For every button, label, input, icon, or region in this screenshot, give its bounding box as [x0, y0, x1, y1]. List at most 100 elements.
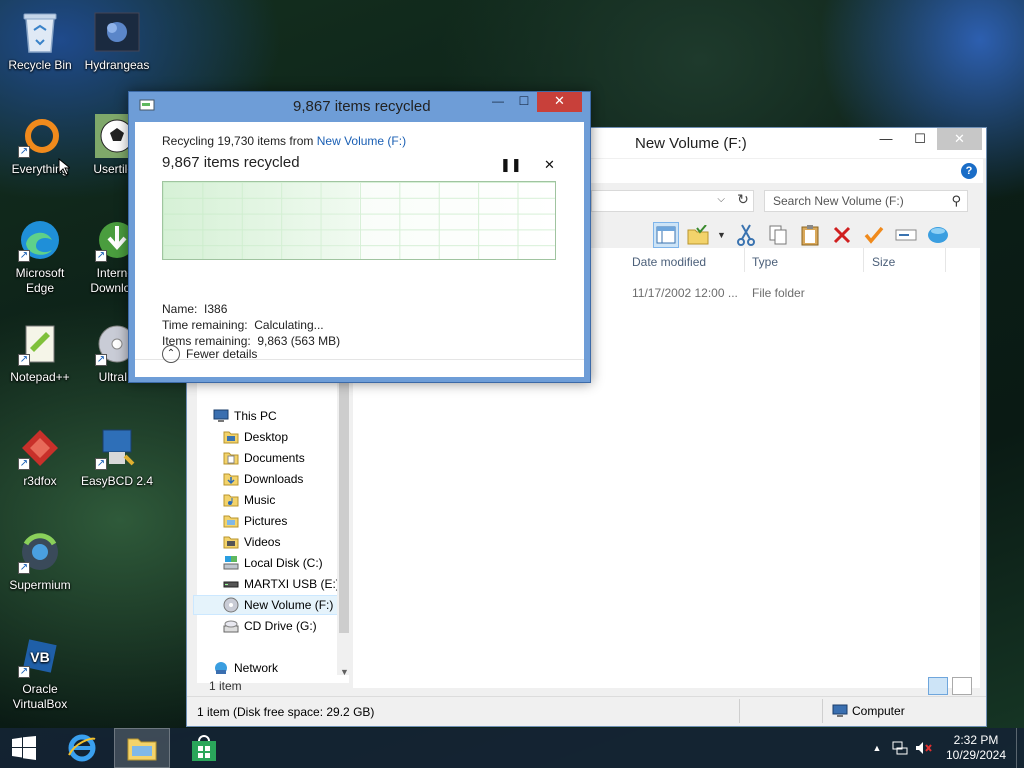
column-header-date-modified[interactable]: Date modified	[632, 255, 706, 269]
desktop-icon-everything[interactable]: ↗ Everything	[0, 108, 80, 200]
nav-item-label: Desktop	[244, 430, 289, 444]
nav-item-pictures[interactable]: Pictures	[223, 511, 287, 531]
nav-item-videos[interactable]: Videos	[223, 532, 280, 552]
shortcut-arrow-icon: ↗	[95, 250, 107, 262]
nav-item-local-disk-c[interactable]: Local Disk (C:)	[223, 553, 323, 573]
taskbar-internet-explorer[interactable]	[58, 728, 106, 768]
delete-x-icon	[833, 226, 851, 244]
desktop-icon-virtualbox[interactable]: VB ↗ Oracle VirtualBox	[0, 628, 80, 720]
nav-item-label: Videos	[244, 535, 281, 549]
clock[interactable]: 2:32 PM 10/29/2024	[936, 733, 1016, 763]
nav-item-music[interactable]: Music	[223, 490, 275, 510]
details-view-button[interactable]	[928, 677, 948, 695]
status-zone: Computer	[832, 704, 905, 718]
show-desktop-button[interactable]	[1016, 728, 1024, 768]
address-bar[interactable]: ⌵	[591, 190, 754, 212]
help-icon[interactable]: ?	[961, 163, 977, 179]
cell-date-modified: 11/17/2002 12:00 ...	[632, 286, 738, 300]
dialog-body: Recycling 19,730 items from New Volume (…	[135, 122, 584, 377]
column-header-size[interactable]: Size	[872, 255, 895, 269]
nav-item-this-pc[interactable]: This PC	[213, 406, 277, 426]
nav-item-network[interactable]: Network	[213, 658, 278, 678]
desktop-icon-notepad-plus-plus[interactable]: ↗ Notepad++	[0, 316, 80, 408]
nav-item-documents[interactable]: Documents	[223, 448, 305, 468]
name-value: I386	[204, 302, 228, 316]
search-icon[interactable]: ⚲	[951, 193, 961, 209]
network-icon	[213, 660, 229, 676]
network-status-icon[interactable]	[888, 741, 912, 755]
desktop-icon-recycle-bin[interactable]: Recycle Bin	[0, 4, 80, 96]
chevron-down-icon[interactable]: ▼	[717, 230, 727, 240]
chevron-up-icon: ⌃	[162, 345, 180, 363]
internet-explorer-icon	[68, 734, 96, 762]
network-button[interactable]	[925, 222, 951, 248]
rename-button[interactable]	[893, 222, 919, 248]
search-input[interactable]: Search New Volume (F:) ⚲	[764, 190, 968, 212]
scroll-down-arrow-icon[interactable]: ▼	[340, 667, 349, 677]
pause-button[interactable]: ❚❚	[500, 157, 522, 173]
time-remaining-value: Calculating...	[254, 318, 324, 332]
documents-folder-icon	[223, 450, 239, 466]
taskbar-store[interactable]	[180, 728, 228, 768]
recycling-summary: Recycling 19,730 items from New Volume (…	[162, 134, 406, 148]
navigation-scrollbar[interactable]: ▼	[337, 378, 351, 677]
status-zone-label: Computer	[852, 704, 905, 718]
desktop-icon-supermium[interactable]: ↗ Supermium	[0, 524, 80, 616]
desktop-icon-easybcd[interactable]: ↗ EasyBCD 2.4	[77, 420, 157, 512]
dialog-minimize-button[interactable]: —	[485, 92, 511, 112]
nav-item-cd-drive-g[interactable]: CD Drive (G:)	[223, 616, 317, 636]
clock-time: 2:32 PM	[953, 733, 999, 747]
scrollbar-thumb[interactable]	[339, 378, 349, 633]
nav-item-downloads[interactable]: Downloads	[223, 469, 303, 489]
status-divider	[822, 699, 823, 723]
close-button[interactable]: ✕	[937, 128, 982, 150]
source-location-link[interactable]: New Volume (F:)	[317, 134, 406, 148]
recycle-bin-icon	[16, 8, 64, 56]
show-hidden-icons-icon[interactable]: ▲	[866, 743, 888, 753]
taskbar-file-explorer[interactable]	[114, 728, 170, 768]
music-folder-icon	[223, 492, 239, 508]
properties-button[interactable]	[685, 222, 711, 248]
shortcut-arrow-icon: ↗	[18, 458, 30, 470]
recycle-progress-dialog: 9,867 items recycled — ☐ ✕ Recycling 19,…	[128, 91, 591, 383]
select-button[interactable]	[861, 222, 887, 248]
dialog-maximize-button[interactable]: ☐	[511, 92, 537, 112]
maximize-button[interactable]: ☐	[903, 128, 937, 150]
delete-button[interactable]	[829, 222, 855, 248]
start-button[interactable]	[0, 728, 48, 768]
dialog-close-button[interactable]: ✕	[537, 92, 582, 112]
svg-text:VB: VB	[30, 649, 49, 665]
column-header-type[interactable]: Type	[752, 255, 778, 269]
shortcut-arrow-icon: ↗	[18, 146, 30, 158]
volume-muted-icon[interactable]	[912, 741, 936, 755]
fewer-details-button[interactable]: ⌃ Fewer details	[162, 345, 257, 363]
column-divider[interactable]	[863, 248, 864, 272]
nav-item-label: MARTXI USB (E:)	[244, 577, 340, 591]
large-icons-view-button[interactable]	[952, 677, 972, 695]
dialog-title: 9,867 items recycled	[293, 98, 431, 115]
copy-button[interactable]	[765, 222, 791, 248]
navigation-pane: This PC Desktop Documents Downloads Musi…	[193, 378, 349, 683]
paste-button[interactable]	[797, 222, 823, 248]
chevron-down-icon[interactable]: ⌵	[717, 194, 725, 205]
nav-item-new-volume-f[interactable]: New Volume (F:)	[193, 595, 341, 615]
time-remaining-label: Time remaining:	[162, 318, 248, 332]
minimize-button[interactable]: —	[869, 128, 903, 150]
desktop-folder-icon	[223, 429, 239, 445]
preview-pane-button[interactable]	[653, 222, 679, 248]
column-divider[interactable]	[744, 248, 745, 272]
folder-check-icon	[687, 225, 709, 245]
nav-item-desktop[interactable]: Desktop	[223, 427, 288, 447]
column-divider[interactable]	[945, 248, 946, 272]
desktop-icon-hydrangeas[interactable]: Hydrangeas	[77, 4, 157, 96]
recycling-summary-text: Recycling 19,730 items from	[162, 134, 317, 148]
videos-folder-icon	[223, 534, 239, 550]
image-file-icon	[93, 8, 141, 56]
nav-item-usb-e[interactable]: MARTXI USB (E:)	[223, 574, 340, 594]
cut-button[interactable]	[733, 222, 759, 248]
refresh-icon[interactable]: ↻	[732, 191, 754, 211]
cancel-button[interactable]: ✕	[544, 157, 555, 173]
desktop-icon-r3dfox[interactable]: ↗ r3dfox	[0, 420, 80, 512]
desktop-icon-edge[interactable]: ↗ Microsoft Edge	[0, 212, 80, 304]
usb-drive-icon	[223, 576, 239, 592]
